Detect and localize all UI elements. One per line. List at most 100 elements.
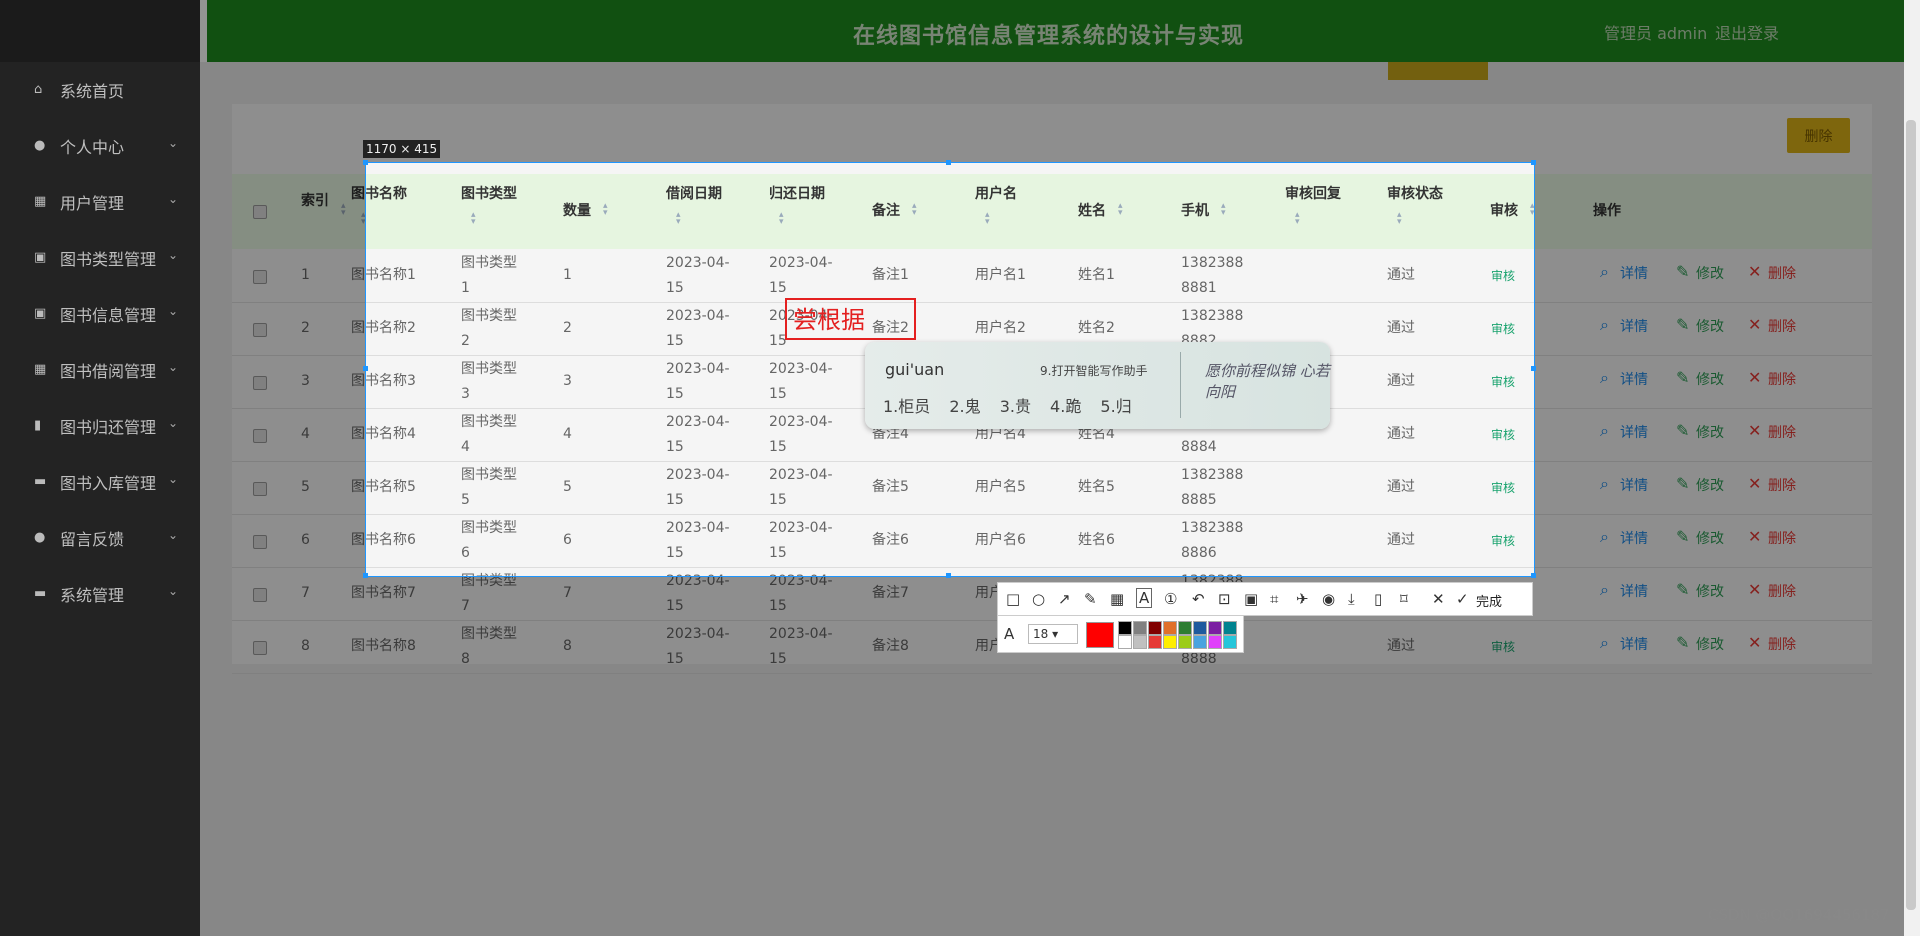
- sidebar-item[interactable]: ● 留言反馈 ⌄: [0, 510, 200, 566]
- text-tool-icon[interactable]: A: [1136, 588, 1153, 608]
- color-swatch[interactable]: [1208, 621, 1222, 635]
- ime-skin-art: 愿你前程似锦 心若向阳: [1205, 362, 1330, 401]
- ime-divider: [1180, 352, 1181, 418]
- mosaic-tool-icon[interactable]: ▦: [1110, 590, 1124, 608]
- ellipse-tool-icon[interactable]: ○: [1032, 590, 1045, 608]
- dim-overlay-left: [200, 162, 365, 576]
- resize-handle[interactable]: [363, 160, 368, 165]
- resize-handle[interactable]: [946, 160, 951, 165]
- color-swatch[interactable]: [1118, 621, 1132, 635]
- text-annotation[interactable]: 尝根据: [785, 298, 916, 340]
- arrow-tool-icon[interactable]: ↗: [1058, 590, 1071, 608]
- color-swatch[interactable]: [1133, 621, 1147, 635]
- dim-overlay-right: [1534, 162, 1920, 576]
- undo-icon[interactable]: ↶: [1192, 590, 1205, 608]
- download-icon[interactable]: ⤓: [1348, 590, 1355, 608]
- current-color[interactable]: [1086, 622, 1114, 648]
- resize-handle[interactable]: [1531, 573, 1536, 578]
- sidebar-item[interactable]: ▦ 用户管理 ⌄: [0, 174, 200, 230]
- grid-icon: ▦: [34, 194, 47, 209]
- done-button[interactable]: 完成: [1476, 591, 1502, 610]
- text-style-panel: A 18 ▾: [997, 615, 1244, 653]
- chevron-down-icon: ⌄: [167, 360, 178, 374]
- phone-icon[interactable]: ▯: [1374, 590, 1382, 608]
- scan-icon[interactable]: ⌗: [1270, 590, 1278, 608]
- sidebar-menu: ⌂ 系统首页 ● 个人中心 ⌄ ▦ 用户管理 ⌄ ▣ 图书类型管理 ⌄ ▣ 图书信息管理 ⌄ ▦ 图书借阅管理…: [0, 62, 200, 622]
- chevron-down-icon: ⌄: [167, 416, 178, 430]
- color-swatch[interactable]: [1148, 635, 1162, 649]
- sidebar-item-label: 图书借阅管理: [60, 362, 157, 381]
- chevron-down-icon: ⌄: [167, 304, 178, 318]
- sidebar-item-label: 个人中心: [60, 138, 125, 157]
- bulb-icon: ●: [34, 530, 46, 545]
- bookmark-icon[interactable]: ⌑: [1400, 590, 1408, 608]
- color-swatch[interactable]: [1163, 635, 1177, 649]
- sidebar-item-label: 留言反馈: [60, 530, 125, 549]
- resize-handle[interactable]: [363, 573, 368, 578]
- sidebar-item-label: 用户管理: [60, 194, 125, 213]
- color-swatch[interactable]: [1148, 621, 1162, 635]
- ime-writing-assistant-hint[interactable]: 9.打开智能写作助手: [1040, 362, 1147, 379]
- color-swatch[interactable]: [1208, 635, 1222, 649]
- chevron-down-icon: ⌄: [167, 472, 178, 486]
- sidebar: ⌂ 系统首页 ● 个人中心 ⌄ ▦ 用户管理 ⌄ ▣ 图书类型管理 ⌄ ▣ 图书信息管理 ⌄ ▦ 图书借阅管理…: [0, 0, 200, 936]
- screenshot-toolbar: □ ○ ↗ ✎ ▦ A ① ↶ ⊡ ▣ ⌗ ✈ ◉ ⤓ ▯ ⌑ ✕ ✓ 完成: [997, 582, 1533, 616]
- resize-handle[interactable]: [363, 366, 368, 371]
- color-swatch[interactable]: [1223, 621, 1237, 635]
- font-size-value: 18: [1033, 627, 1049, 641]
- sidebar-item[interactable]: ▮ 图书归还管理 ⌄: [0, 398, 200, 454]
- translate-icon[interactable]: ▣: [1244, 590, 1258, 608]
- color-swatch[interactable]: [1178, 635, 1192, 649]
- sidebar-item-label: 图书归还管理: [60, 418, 157, 437]
- pin-icon[interactable]: ✈: [1296, 590, 1309, 608]
- color-swatch[interactable]: [1118, 635, 1132, 649]
- sidebar-item-label: 图书入库管理: [60, 474, 157, 493]
- sidebar-item[interactable]: ▣ 图书类型管理 ⌄: [0, 230, 200, 286]
- record-icon[interactable]: ◉: [1322, 590, 1335, 608]
- ime-composition-text: gui'uan: [885, 360, 945, 379]
- watermark: CSDN @QQ1694456187: [1708, 906, 1890, 924]
- font-icon: A: [1004, 625, 1015, 643]
- sidebar-item[interactable]: ▬ 系统管理 ⌄: [0, 566, 200, 622]
- grid-icon: ▦: [34, 362, 47, 377]
- font-size-select[interactable]: 18 ▾: [1028, 624, 1078, 644]
- color-swatch[interactable]: [1163, 621, 1177, 635]
- color-swatch[interactable]: [1223, 635, 1237, 649]
- dim-overlay-top: [200, 0, 1920, 162]
- resize-handle[interactable]: [1531, 160, 1536, 165]
- briefcase-icon: ▬: [34, 474, 47, 489]
- color-swatch[interactable]: [1133, 635, 1147, 649]
- sidebar-item[interactable]: ▬ 图书入库管理 ⌄: [0, 454, 200, 510]
- color-swatch[interactable]: [1193, 621, 1207, 635]
- user-icon: ●: [34, 138, 46, 153]
- rectangle-tool-icon[interactable]: □: [1006, 590, 1020, 608]
- color-swatch[interactable]: [1193, 635, 1207, 649]
- sidebar-item[interactable]: ⌂ 系统首页: [0, 62, 200, 118]
- bar-chart-icon: ▮: [34, 418, 42, 433]
- sidebar-item-label: 图书类型管理: [60, 250, 157, 269]
- selection-size-label: 1170 × 415: [363, 140, 441, 158]
- pen-tool-icon[interactable]: ✎: [1084, 590, 1097, 608]
- ime-candidate-window: gui'uan 9.打开智能写作助手 1.柜员 2.鬼 3.贵 4.跪 5.归 …: [865, 342, 1330, 429]
- sidebar-item[interactable]: ▦ 图书借阅管理 ⌄: [0, 342, 200, 398]
- chevron-down-icon: ⌄: [167, 192, 178, 206]
- clipboard-icon: ▣: [34, 250, 47, 265]
- close-icon[interactable]: ✕: [1432, 590, 1445, 608]
- sidebar-item[interactable]: ▣ 图书信息管理 ⌄: [0, 286, 200, 342]
- chevron-down-icon: ⌄: [167, 248, 178, 262]
- chevron-down-icon: ⌄: [167, 528, 178, 542]
- sidebar-item[interactable]: ● 个人中心 ⌄: [0, 118, 200, 174]
- home-icon: ⌂: [34, 82, 43, 97]
- resize-handle[interactable]: [946, 573, 951, 578]
- chevron-down-icon: ⌄: [167, 136, 178, 150]
- color-swatch[interactable]: [1178, 621, 1192, 635]
- sidebar-logo-area: [0, 0, 200, 62]
- clipboard-icon: ▣: [34, 306, 47, 321]
- check-icon[interactable]: ✓: [1456, 590, 1469, 608]
- scrollbar-thumb[interactable]: [1906, 120, 1916, 910]
- ocr-icon[interactable]: ⊡: [1218, 590, 1231, 608]
- resize-handle[interactable]: [1531, 366, 1536, 371]
- number-tool-icon[interactable]: ①: [1164, 590, 1177, 608]
- ime-candidate-list[interactable]: 1.柜员 2.鬼 3.贵 4.跪 5.归: [883, 393, 1132, 417]
- message-icon: ▬: [34, 586, 47, 601]
